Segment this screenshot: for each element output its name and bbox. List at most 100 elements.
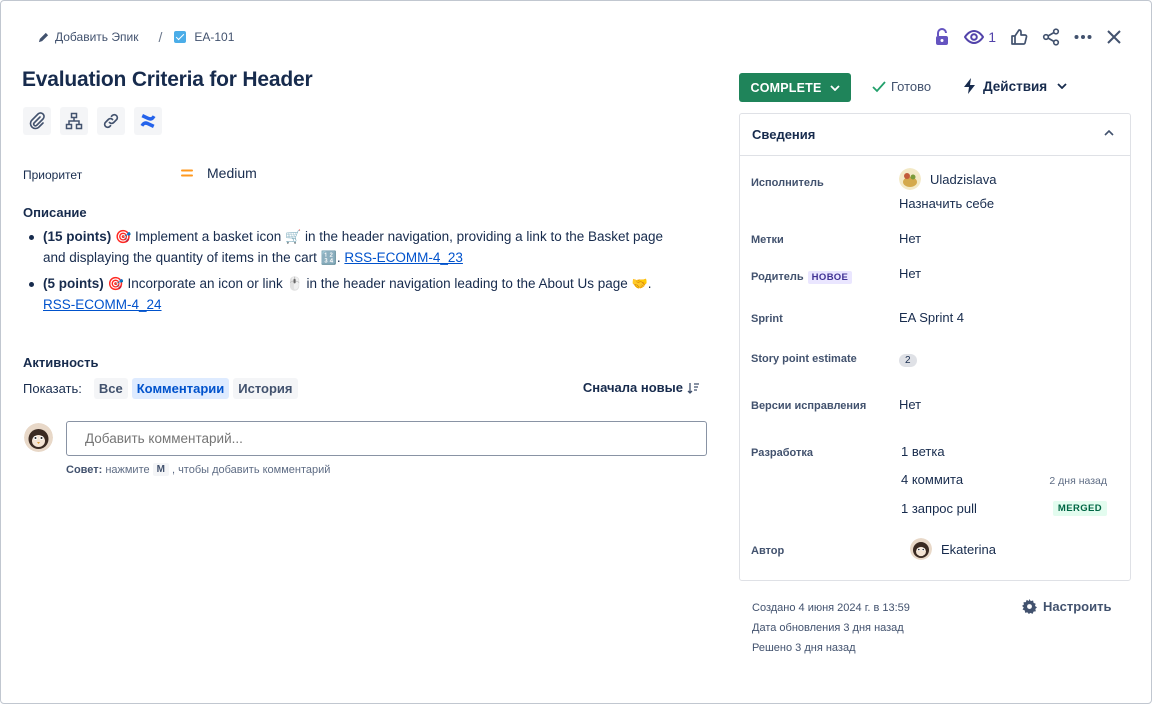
- configure-label: Настроить: [1043, 599, 1112, 614]
- child-issue-button[interactable]: [60, 107, 88, 135]
- list-item: (5 points) 🎯 Incorporate an icon or link…: [23, 273, 683, 315]
- fix-versions-field: Версии исправления Нет: [751, 397, 1121, 417]
- fix-versions-value[interactable]: Нет: [899, 397, 921, 412]
- tip-text: , чтобы добавить комментарий: [171, 463, 331, 476]
- details-panel: Сведения Исполнитель Uladzislava Назначи…: [739, 113, 1131, 581]
- close-button[interactable]: [1106, 29, 1122, 45]
- branch-link[interactable]: 1 ветка: [901, 444, 945, 459]
- details-title: Сведения: [752, 127, 816, 142]
- pull-request-link[interactable]: 1 запрос pull: [901, 501, 977, 516]
- priority-label: Приоритет: [23, 168, 83, 182]
- breadcrumb-separator: /: [158, 29, 163, 45]
- hierarchy-icon: [65, 112, 83, 130]
- share-button[interactable]: [1042, 28, 1060, 46]
- points-label: (5 points): [43, 276, 104, 291]
- add-epic-link[interactable]: Добавить Эпик: [38, 30, 138, 44]
- assignee-field: Исполнитель Uladzislava Назначить себе: [751, 168, 1121, 212]
- like-button[interactable]: [1010, 28, 1028, 46]
- issue-link[interactable]: RSS-ECOMM-4_24: [43, 297, 162, 312]
- tip-prefix: Совет:: [66, 463, 103, 476]
- check-icon: [872, 80, 886, 92]
- development-field: Разработка 1 ветка 4 коммита 2 дня назад…: [751, 444, 1121, 524]
- points-label: (15 points): [43, 229, 112, 244]
- confluence-button[interactable]: [134, 107, 162, 135]
- filter-history[interactable]: История: [233, 377, 298, 399]
- eye-icon: [964, 29, 985, 45]
- updated-date: Дата обновления 3 дня назад: [752, 622, 904, 634]
- resolved-date: Решено 3 дня назад: [752, 642, 856, 654]
- mouse-emoji: 🖱️: [286, 276, 303, 291]
- header-actions: 1: [934, 24, 1122, 50]
- configure-button[interactable]: Настроить: [1022, 599, 1111, 614]
- story-points-field: Story point estimate 2: [751, 350, 1121, 370]
- details-header[interactable]: Сведения: [740, 114, 1130, 156]
- labels-label: Метки: [751, 234, 784, 246]
- comment-input[interactable]: [66, 421, 707, 456]
- assignee-label: Исполнитель: [751, 177, 824, 189]
- restrictions-button[interactable]: [934, 28, 950, 46]
- sprint-label: Sprint: [751, 313, 783, 325]
- comment-tip: Совет: нажмите M , чтобы добавить коммен…: [66, 463, 330, 476]
- chevron-up-icon: [1104, 130, 1114, 136]
- target-emoji: 🎯: [115, 229, 132, 244]
- resolution-label: Готово: [891, 79, 932, 94]
- story-points-label: Story point estimate: [751, 353, 857, 365]
- confluence-icon: [140, 114, 156, 128]
- sort-label: Сначала новые: [582, 380, 683, 395]
- created-date: Создано 4 июня 2024 г. в 13:59: [752, 602, 910, 614]
- actions-label: Действия: [983, 78, 1048, 94]
- sprint-value[interactable]: EA Sprint 4: [899, 310, 964, 325]
- sort-icon: [687, 382, 699, 394]
- actions-menu[interactable]: Действия: [963, 78, 1067, 94]
- attach-button[interactable]: [23, 107, 51, 135]
- issue-title[interactable]: Evaluation Criteria for Header: [22, 68, 313, 92]
- description-heading: Описание: [23, 205, 87, 220]
- watch-button[interactable]: 1: [964, 29, 996, 45]
- issue-link[interactable]: RSS-ECOMM-4_23: [344, 250, 463, 265]
- link-issue-button[interactable]: [97, 107, 125, 135]
- reporter-name: Ekaterina: [941, 541, 996, 557]
- priority-value[interactable]: Medium: [207, 165, 257, 181]
- parent-value[interactable]: Нет: [899, 266, 921, 281]
- reporter-value[interactable]: Ekaterina: [910, 538, 996, 560]
- cart-emoji: 🛒: [285, 229, 302, 244]
- tip-text: нажмите: [105, 463, 150, 476]
- parent-label-group: Родитель НОВОЕ: [751, 271, 853, 284]
- parent-label: Родитель: [751, 271, 804, 283]
- handshake-emoji: 🤝: [631, 276, 648, 291]
- issue-key-link[interactable]: EA-101: [174, 30, 234, 44]
- gear-icon: [1022, 599, 1037, 614]
- task-type-icon: [174, 31, 187, 43]
- issue-toolbar: [23, 107, 162, 135]
- item-text: Implement a basket icon: [134, 229, 282, 244]
- filter-comments[interactable]: Комментарии: [131, 377, 230, 399]
- more-button[interactable]: [1074, 34, 1092, 40]
- tip-key: M: [152, 463, 169, 476]
- parent-field: Родитель НОВОЕ Нет: [751, 266, 1121, 288]
- issue-key: EA-101: [194, 30, 235, 44]
- assign-self-link[interactable]: Назначить себе: [899, 196, 994, 211]
- labels-value[interactable]: Нет: [899, 231, 921, 246]
- lightning-icon: [964, 78, 975, 94]
- resolution: Готово: [872, 79, 931, 94]
- assignee-value[interactable]: Uladzislava: [899, 168, 996, 190]
- filter-all[interactable]: Все: [93, 377, 128, 399]
- chevron-down-icon: [829, 84, 840, 91]
- assignee-name: Uladzislava: [930, 171, 997, 187]
- status-button[interactable]: COMPLETE: [739, 73, 851, 102]
- link-icon: [103, 113, 119, 129]
- pr-status-wrap: MERGED: [1052, 501, 1107, 516]
- paperclip-icon: [29, 112, 45, 130]
- sort-button[interactable]: Сначала новые: [583, 380, 699, 395]
- more-icon: [1074, 35, 1092, 39]
- story-points-value[interactable]: 2: [899, 351, 917, 367]
- description-list[interactable]: (15 points) 🎯 Implement a basket icon 🛒 …: [23, 226, 683, 320]
- pencil-icon: [38, 32, 49, 42]
- activity-filter-bar: Показать: Все Комментарии История Сначал…: [23, 377, 703, 399]
- fix-versions-label: Версии исправления: [751, 400, 867, 412]
- merged-badge: MERGED: [1052, 501, 1107, 516]
- reporter-field: Автор Ekaterina: [751, 538, 1121, 562]
- commits-time: 2 дня назад: [1049, 475, 1107, 487]
- commits-link[interactable]: 4 коммита: [901, 472, 963, 487]
- lock-icon: [936, 28, 949, 45]
